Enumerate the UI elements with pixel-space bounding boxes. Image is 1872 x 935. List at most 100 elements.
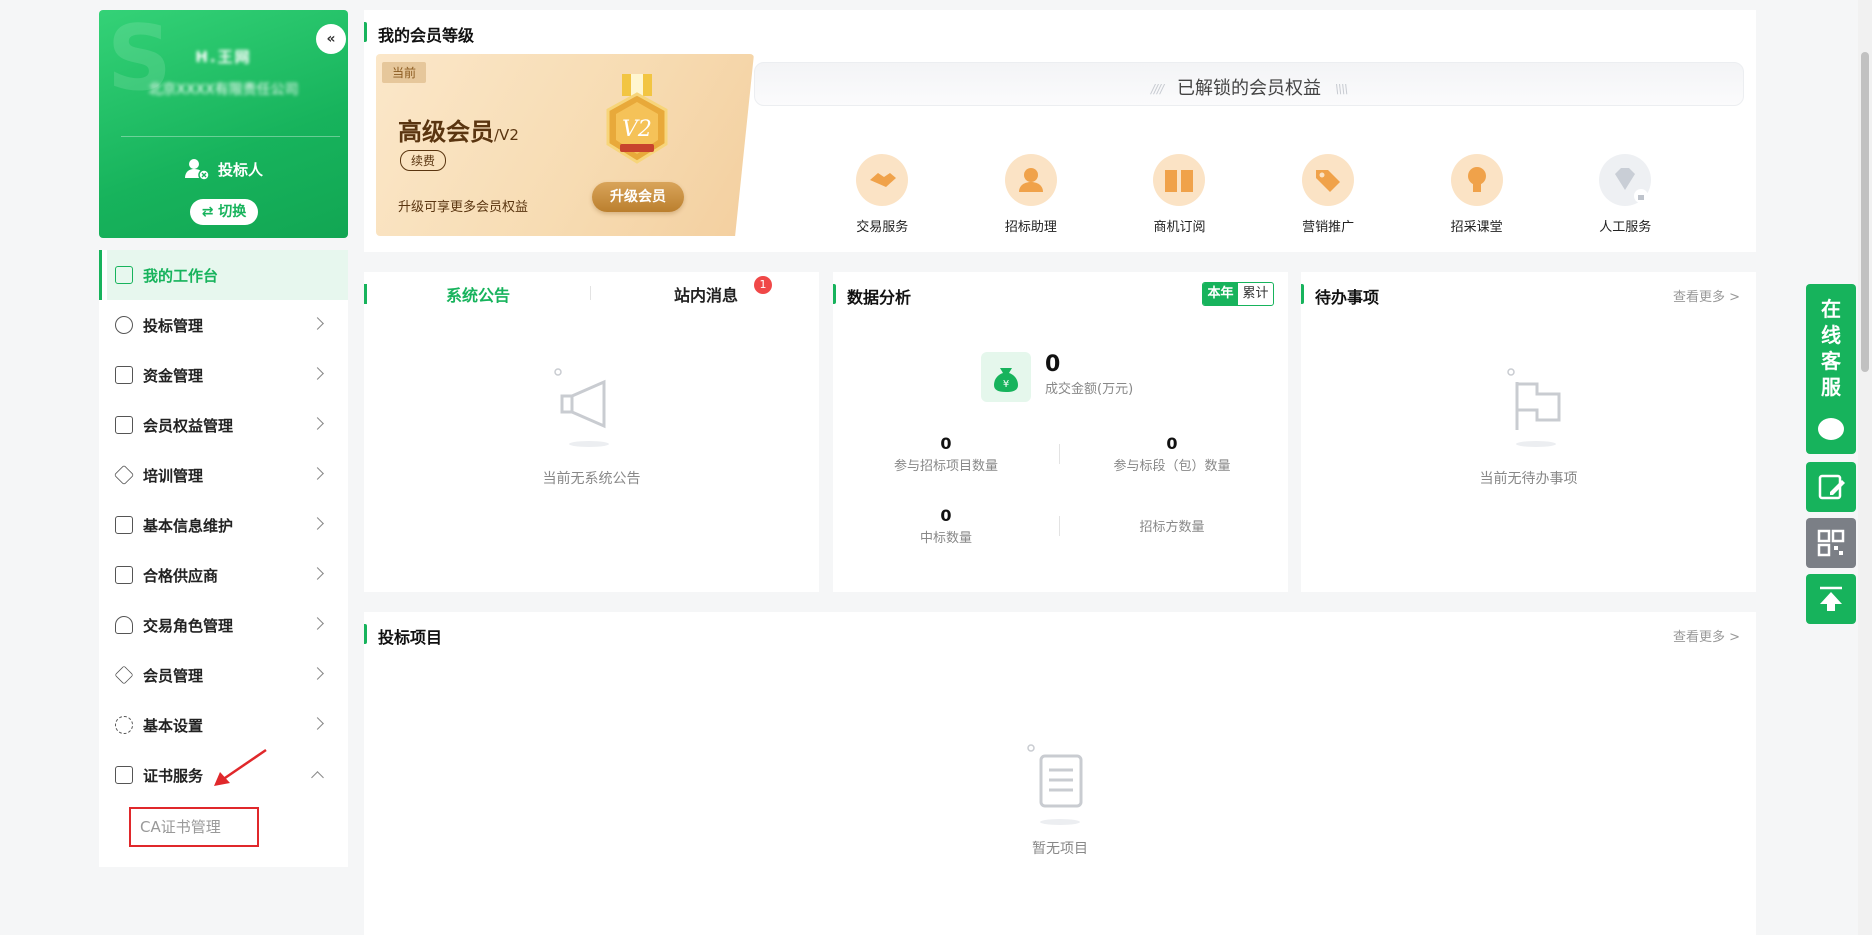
handshake-icon	[856, 154, 909, 206]
benefit-label: 招采课堂	[1450, 220, 1503, 235]
chevron-right-icon	[311, 717, 324, 730]
sidebar-item-funds[interactable]: 资金管理	[99, 350, 348, 400]
money-bag-icon: ¥	[981, 352, 1031, 402]
empty-todo-text: 当前无待办事项	[1479, 471, 1578, 487]
online-service-button[interactable]: 在线客服	[1806, 284, 1856, 454]
data-analysis-card: 数据分析 本年 累计 ¥ 0 成交金额(万元) 0 参与招标项目数量 0 参与标…	[832, 272, 1288, 592]
deal-amount-label: 成交金额(万元)	[1045, 382, 1134, 397]
view-more-link[interactable]: 查看更多 >	[1673, 626, 1740, 645]
benefit-label: 人工服务	[1599, 220, 1652, 235]
yen-doc-icon	[115, 366, 133, 384]
sidebar-item-label: 资金管理	[143, 366, 204, 385]
user-gear-icon	[115, 616, 133, 634]
diamond-icon	[114, 665, 134, 685]
empty-notice-text: 当前无系统公告	[542, 471, 641, 487]
chevron-right-icon	[311, 667, 324, 680]
sidebar-item-label: 证书服务	[143, 766, 204, 785]
sidebar-item-bid-management[interactable]: 投标管理	[99, 300, 348, 350]
stat-label: 参与招标项目数量	[893, 459, 998, 474]
book-open-icon	[1153, 154, 1206, 206]
assistant-icon	[1004, 154, 1057, 206]
renew-button[interactable]: 续费	[400, 150, 447, 171]
sidebar-item-label: 基本设置	[143, 716, 204, 735]
chevron-up-icon	[311, 771, 324, 784]
stat-value: 0	[1166, 434, 1178, 453]
sidebar-item-label: 我的工作台	[143, 266, 219, 285]
section-title: 数据分析	[832, 284, 911, 308]
sidebar-item-member-benefits[interactable]: 会员权益管理	[99, 400, 348, 450]
stat-label: 参与标段（包）数量	[1113, 459, 1231, 474]
gear-icon	[115, 716, 133, 734]
profile-card: S « H.王网 北京XXXX有限责任公司 投标人 ⇄ 切换	[99, 10, 348, 238]
sidebar-item-settings[interactable]: 基本设置	[99, 700, 348, 750]
book-icon	[115, 416, 133, 434]
diamond-locked-icon	[1599, 154, 1652, 206]
sidebar-item-training[interactable]: 培训管理	[99, 450, 348, 500]
benefit-label: 交易服务	[856, 220, 909, 235]
current-tag: 当前	[382, 62, 427, 83]
message-count-badge: 1	[754, 276, 772, 294]
view-more-link[interactable]: 查看更多 >	[1673, 286, 1740, 305]
stat-label: 中标数量	[919, 531, 972, 546]
upgrade-member-button[interactable]: 升级会员	[592, 182, 684, 212]
stat-bid-sections: 0 参与标段（包）数量	[1059, 434, 1285, 474]
profile-divider	[121, 136, 340, 137]
megaphone-icon	[554, 368, 609, 447]
sidebar-item-label: 投标管理	[143, 316, 204, 335]
benefit-panel: //// 已解锁的会员权益 \\\\ 交易服务 招标助理 商机订阅 营销推广 招采课…	[754, 62, 1744, 236]
notice-card: 系统公告 站内消息 1 当前无系统公告	[364, 272, 819, 592]
yen-doc-icon	[115, 566, 133, 584]
toggle-cumulative[interactable]: 累计	[1238, 283, 1273, 305]
tab-site-messages[interactable]: 站内消息	[674, 282, 738, 306]
qr-code-button[interactable]	[1806, 518, 1856, 568]
toggle-this-year[interactable]: 本年	[1203, 283, 1238, 305]
svg-text:V2: V2	[622, 117, 652, 142]
switch-role-button[interactable]: ⇄ 切换	[190, 199, 258, 225]
back-to-top-button[interactable]	[1806, 574, 1856, 624]
sidebar-item-basic-info[interactable]: 基本信息维护	[99, 500, 348, 550]
sidebar-item-member-management[interactable]: 会员管理	[99, 650, 348, 700]
user-name: H.王网	[195, 48, 252, 66]
sidebar-item-workbench[interactable]: 我的工作台	[99, 250, 348, 300]
feedback-button[interactable]	[1806, 462, 1856, 512]
online-service-label: 在线客服	[1821, 297, 1841, 399]
certificate-icon	[115, 766, 133, 784]
user-role-icon	[184, 156, 210, 182]
chevron-right-icon	[311, 317, 324, 330]
scrollbar-thumb[interactable]	[1861, 52, 1869, 372]
edit-note-icon	[1818, 474, 1845, 500]
membership-card: 我的会员等级 当前 高级会员/V2 续费 升级可享更多会员权益 升级会员 V2 …	[363, 10, 1756, 252]
section-title: 我的会员等级	[363, 22, 474, 46]
stat-label: 招标方数量	[1139, 520, 1205, 535]
benefit-marketing[interactable]: 营销推广	[1254, 154, 1403, 235]
target-icon	[115, 316, 133, 334]
chevron-right-icon	[311, 467, 324, 480]
period-toggle: 本年 累计	[1202, 282, 1274, 306]
benefit-classroom[interactable]: 招采课堂	[1402, 154, 1551, 235]
benefit-trade-service[interactable]: 交易服务	[808, 154, 957, 235]
sidebar-item-label: 合格供应商	[143, 566, 219, 585]
benefit-manual-service[interactable]: 人工服务	[1551, 154, 1700, 235]
benefit-opportunity-subscription[interactable]: 商机订阅	[1105, 154, 1254, 235]
role-row: 投标人	[99, 156, 348, 182]
sidebar-subitem-ca-certificate[interactable]: CA证书管理	[129, 807, 259, 847]
empty-projects-text: 暂无项目	[1032, 841, 1088, 857]
chat-bubble-icon	[1818, 418, 1844, 440]
stat-tenderers: 招标方数量	[1059, 514, 1285, 535]
stat-wins: 0 中标数量	[833, 506, 1059, 546]
sidebar-item-trade-roles[interactable]: 交易角色管理	[99, 600, 348, 650]
document-icon	[115, 516, 133, 534]
tab-system-announcements[interactable]: 系统公告	[446, 282, 510, 306]
sidebar-item-qualified-suppliers[interactable]: 合格供应商	[99, 550, 348, 600]
annotation-arrow-icon	[214, 748, 267, 786]
page-scrollbar[interactable]	[1858, 0, 1872, 935]
chart-line-icon	[115, 266, 133, 284]
sidebar-item-label: 会员权益管理	[143, 416, 234, 435]
tab-separator	[590, 286, 591, 300]
benefit-bid-assistant[interactable]: 招标助理	[957, 154, 1106, 235]
lightbulb-icon	[1450, 154, 1503, 206]
deal-amount-value: 0	[1045, 352, 1061, 377]
section-title: 投标项目	[363, 624, 442, 648]
upgrade-hint: 升级可享更多会员权益	[398, 200, 529, 215]
arrow-up-icon	[1820, 586, 1842, 611]
